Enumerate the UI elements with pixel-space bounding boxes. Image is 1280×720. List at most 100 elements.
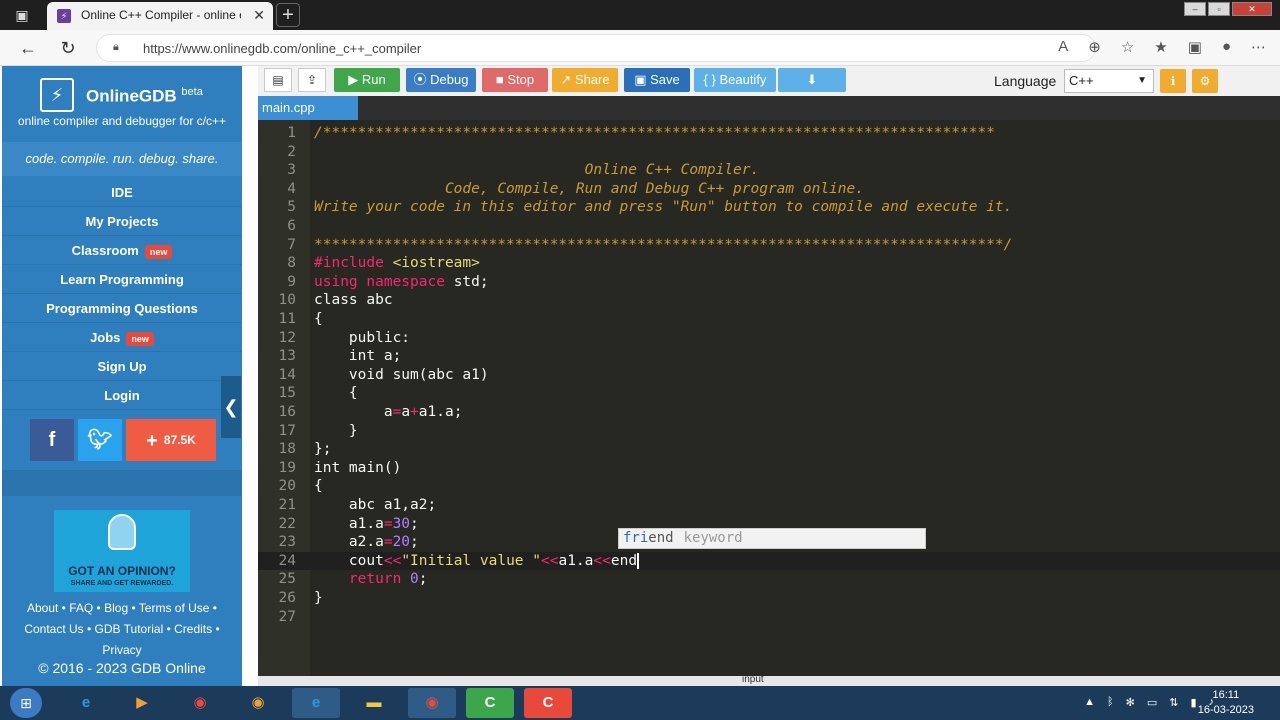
share-count-button[interactable]: +87.5K (126, 419, 216, 461)
about-link[interactable]: About (27, 601, 58, 615)
sidebar-item-login[interactable]: Login (2, 381, 242, 410)
code-line[interactable]: 24 cout<<"Initial value "<<a1.a<<end (258, 551, 1280, 571)
camtasia-icon[interactable]: C (466, 688, 514, 718)
save-button[interactable]: ▣ Save (624, 68, 690, 92)
code-line[interactable]: 16 a=a+a1.a; (258, 403, 1280, 422)
copyright: © 2016 - 2023 GDB Online (38, 660, 206, 676)
stop-button[interactable]: ■ Stop (482, 68, 548, 92)
code-line[interactable]: 27 (258, 608, 1280, 627)
maximize-button[interactable]: ▫ (1208, 2, 1230, 16)
bluetooth-icon[interactable]: ᛒ (1107, 696, 1114, 709)
chrome-icon[interactable]: ◉ (176, 688, 224, 718)
new-file-icon[interactable]: ▤ (264, 68, 292, 92)
tray-app-icon[interactable]: ✻ (1126, 696, 1135, 709)
power-icon[interactable]: ▮ (1190, 696, 1196, 709)
code-line[interactable]: 3 Online C++ Compiler. (258, 161, 1280, 180)
code-line[interactable]: 25 return 0; (258, 570, 1280, 589)
opinion-ad[interactable]: GOT AN OPINION? SHARE AND GET REWARDED. (54, 510, 190, 592)
collections-icon[interactable]: ▣ (1188, 38, 1202, 56)
edge-icon[interactable]: e (292, 688, 340, 718)
upload-icon[interactable]: ⇪ (298, 68, 326, 92)
read-aloud-icon[interactable]: A (1058, 38, 1068, 56)
tab-actions-icon[interactable]: ▣ (8, 5, 36, 25)
sidebar-item-my-projects[interactable]: My Projects (2, 207, 242, 236)
code-line[interactable]: 26} (258, 589, 1280, 608)
sidebar-item-ide[interactable]: IDE (2, 178, 242, 207)
more-icon[interactable]: ⋯ (1251, 38, 1266, 56)
ie-icon[interactable]: e (62, 688, 110, 718)
share-button[interactable]: ↗ Share (552, 68, 618, 92)
faq-link[interactable]: FAQ (69, 601, 93, 615)
io-panel-handle[interactable]: input (258, 674, 1280, 686)
chrome-canary-icon[interactable]: ◉ (234, 688, 282, 718)
code-line[interactable]: 12 public: (258, 329, 1280, 348)
code-line[interactable]: 5 Write your code in this editor and pres… (258, 198, 1280, 217)
blog-link[interactable]: Blog (104, 601, 128, 615)
new-tab-button[interactable]: + (276, 3, 300, 27)
browser-tab[interactable]: ⚡ Online C++ Compiler - online ed ✕ (47, 2, 273, 30)
message-icon[interactable]: ▭ (1147, 696, 1157, 709)
code-line[interactable]: 2 (258, 143, 1280, 162)
favorite-add-icon[interactable]: ☆ (1121, 38, 1134, 56)
network-icon[interactable]: ⇅ (1169, 696, 1178, 709)
taskbar-clock[interactable]: 16:11 16-03-2023 (1198, 688, 1254, 718)
run-button[interactable]: ▶ Run (334, 68, 400, 92)
sidebar-item-jobs[interactable]: Jobs new (2, 323, 242, 352)
media-player-icon[interactable]: ▶ (118, 688, 166, 718)
profile-icon[interactable]: ● (1222, 38, 1231, 56)
sidebar-item-programming-questions[interactable]: Programming Questions (2, 294, 242, 323)
settings-gear-icon[interactable]: ⚙ (1192, 69, 1218, 93)
brand[interactable]: OnlineGDB beta (86, 86, 203, 107)
code-line[interactable]: 7 ***************************************… (258, 236, 1280, 255)
privacy-link[interactable]: Privacy (102, 643, 141, 657)
close-window-button[interactable]: ✕ (1232, 2, 1272, 16)
code-line[interactable]: 20 { (258, 477, 1280, 496)
favorites-icon[interactable]: ★ (1154, 38, 1167, 56)
start-button-icon[interactable]: ⊞ (10, 688, 42, 718)
info-button[interactable]: ℹ (1160, 69, 1186, 93)
code-line[interactable]: 18}; (258, 440, 1280, 459)
code-line[interactable]: 4 Code, Compile, Run and Debug C++ progr… (258, 180, 1280, 199)
download-button[interactable]: ⬇ (778, 68, 846, 92)
zoom-icon[interactable]: ⊕ (1088, 38, 1101, 56)
terms-link[interactable]: Terms of Use (139, 601, 210, 615)
refresh-icon[interactable]: ↻ (56, 36, 80, 60)
logo-icon[interactable]: ⚡ (40, 78, 74, 112)
facebook-share-button[interactable]: f (30, 419, 74, 461)
collapse-sidebar-icon[interactable]: ❮ (221, 376, 241, 438)
code-line[interactable]: 21 abc a1,a2; (258, 496, 1280, 515)
code-line[interactable]: 15 { (258, 384, 1280, 403)
sidebar-item-classroom[interactable]: Classroom new (2, 236, 242, 265)
gdb-tutorial-link[interactable]: GDB Tutorial (95, 622, 164, 636)
code-line[interactable]: 14 void sum(abc a1) (258, 366, 1280, 385)
tray-up-icon[interactable]: ▲ (1084, 696, 1095, 709)
code-line[interactable]: 1 /**************************************… (258, 124, 1280, 143)
beautify-button[interactable]: { } Beautify (694, 68, 776, 92)
sidebar-item-sign-up[interactable]: Sign Up (2, 352, 242, 381)
code-line[interactable]: 13 int a; (258, 347, 1280, 366)
code-line[interactable]: 10 class abc (258, 291, 1280, 310)
credits-link[interactable]: Credits (174, 622, 212, 636)
code-line[interactable]: 17 } (258, 422, 1280, 441)
sidebar-item-learn-programming[interactable]: Learn Programming (2, 265, 242, 294)
chrome-active-icon[interactable]: ◉ (408, 688, 456, 718)
url-field[interactable]: 🔒︎ https://www.onlinegdb.com/online_c++_… (96, 34, 1096, 62)
minimize-button[interactable]: – (1184, 2, 1206, 16)
code-line[interactable]: 6 (258, 217, 1280, 236)
sidebar: ⚡ OnlineGDB beta online compiler and deb… (2, 66, 242, 686)
code-editor[interactable]: 1 /**************************************… (258, 120, 1280, 676)
close-tab-icon[interactable]: ✕ (253, 7, 265, 24)
code-line[interactable]: 9 using namespace std; (258, 273, 1280, 292)
tab-main-cpp[interactable]: main.cpp (258, 96, 358, 120)
code-line[interactable]: 11 { (258, 310, 1280, 329)
camtasia-recorder-icon[interactable]: C (524, 688, 572, 718)
contact-link[interactable]: Contact Us (24, 622, 83, 636)
explorer-icon[interactable]: ▬ (350, 688, 398, 718)
twitter-share-button[interactable]: 🐦︎ (78, 419, 122, 461)
code-line[interactable]: 19 int main() (258, 459, 1280, 478)
back-icon[interactable]: ← (16, 36, 40, 60)
debug-button[interactable]: ⦿ Debug (406, 68, 476, 92)
autocomplete-popup[interactable]: friend keyword (618, 528, 926, 549)
code-line[interactable]: 8 #include <iostream> (258, 254, 1280, 273)
language-select[interactable]: C++ ▼ (1064, 69, 1154, 93)
